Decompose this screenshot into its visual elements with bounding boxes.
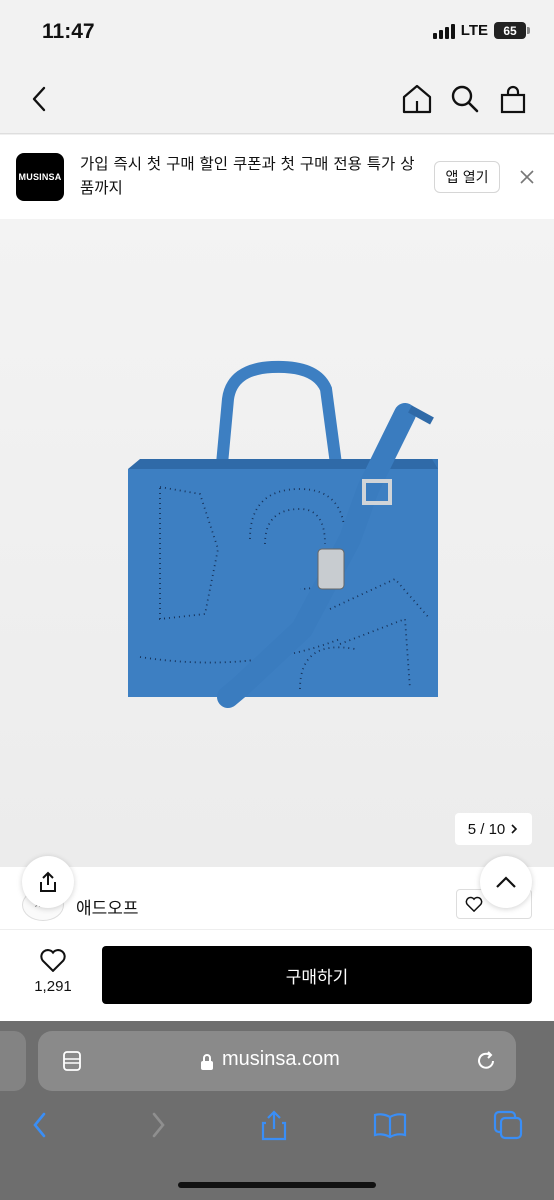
- browser-toolbar: musinsa.com: [0, 1021, 554, 1200]
- brand-name[interactable]: 애드오프: [76, 894, 139, 919]
- open-app-button[interactable]: 앱 열기: [434, 161, 500, 193]
- address-bar[interactable]: musinsa.com: [38, 1031, 516, 1091]
- image-counter-text: 5 / 10: [467, 820, 506, 838]
- purchase-bar: 1,291 구매하기: [0, 929, 554, 1021]
- battery-level: 65: [494, 22, 526, 39]
- status-indicators: LTE 65: [432, 22, 530, 39]
- home-indicator: [178, 1182, 376, 1188]
- buy-button[interactable]: 구매하기: [102, 946, 532, 1004]
- tabs-icon[interactable]: [490, 1107, 526, 1143]
- network-label: LTE: [460, 22, 488, 39]
- tote-bag-image: [128, 360, 438, 708]
- chevron-right-icon: [511, 824, 518, 834]
- browser-back-icon[interactable]: [22, 1107, 58, 1143]
- image-counter[interactable]: 5 / 10: [455, 813, 532, 845]
- reader-icon[interactable]: [60, 1049, 84, 1073]
- lock-icon: [201, 1054, 213, 1070]
- heart-icon: [465, 896, 483, 912]
- share-icon: [40, 871, 56, 892]
- status-time: 11:47: [42, 20, 95, 43]
- chevron-up-icon: [496, 876, 516, 888]
- browser-share-icon[interactable]: [256, 1107, 292, 1143]
- reload-icon[interactable]: [474, 1049, 498, 1073]
- like-count: 1,291: [34, 978, 72, 995]
- chevron-left-icon[interactable]: [22, 82, 56, 116]
- share-button[interactable]: [22, 856, 74, 908]
- close-icon[interactable]: [514, 164, 540, 190]
- scroll-top-button[interactable]: [480, 856, 532, 908]
- bookmarks-icon[interactable]: [372, 1107, 408, 1143]
- status-bar: 11:47 LTE 65: [0, 0, 554, 64]
- previous-tab-preview[interactable]: [0, 1031, 26, 1091]
- like-button[interactable]: 1,291: [22, 948, 84, 995]
- url-text: musinsa.com: [222, 1048, 340, 1070]
- search-icon[interactable]: [448, 82, 482, 116]
- musinsa-logo: MUSINSA: [16, 153, 64, 201]
- battery-icon: 65: [494, 22, 530, 39]
- banner-message: 가입 즉시 첫 구매 할인 쿠폰과 첫 구매 전용 특가 상품까지: [80, 155, 415, 197]
- shopping-bag-icon[interactable]: [496, 82, 530, 116]
- top-nav: [0, 64, 554, 134]
- signal-icon: [432, 23, 455, 39]
- home-icon[interactable]: [400, 82, 434, 116]
- browser-forward-icon[interactable]: [140, 1107, 176, 1143]
- heart-icon: [40, 949, 66, 972]
- product-image[interactable]: [0, 219, 554, 867]
